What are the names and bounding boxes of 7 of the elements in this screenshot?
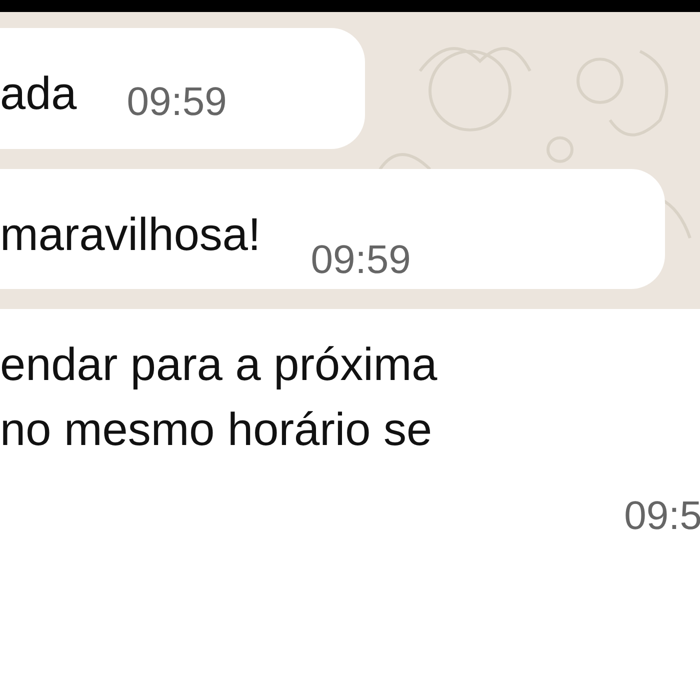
message-time: 09:5 [624, 494, 700, 540]
message-text: maravilhosa! [0, 208, 261, 260]
message-time: 09:59 [310, 238, 411, 284]
message-text: ada [0, 68, 77, 119]
message-text: endar para a próxima [0, 339, 438, 390]
message-text: no mesmo horário se [0, 404, 434, 454]
message-time: 09:59 [126, 80, 227, 125]
